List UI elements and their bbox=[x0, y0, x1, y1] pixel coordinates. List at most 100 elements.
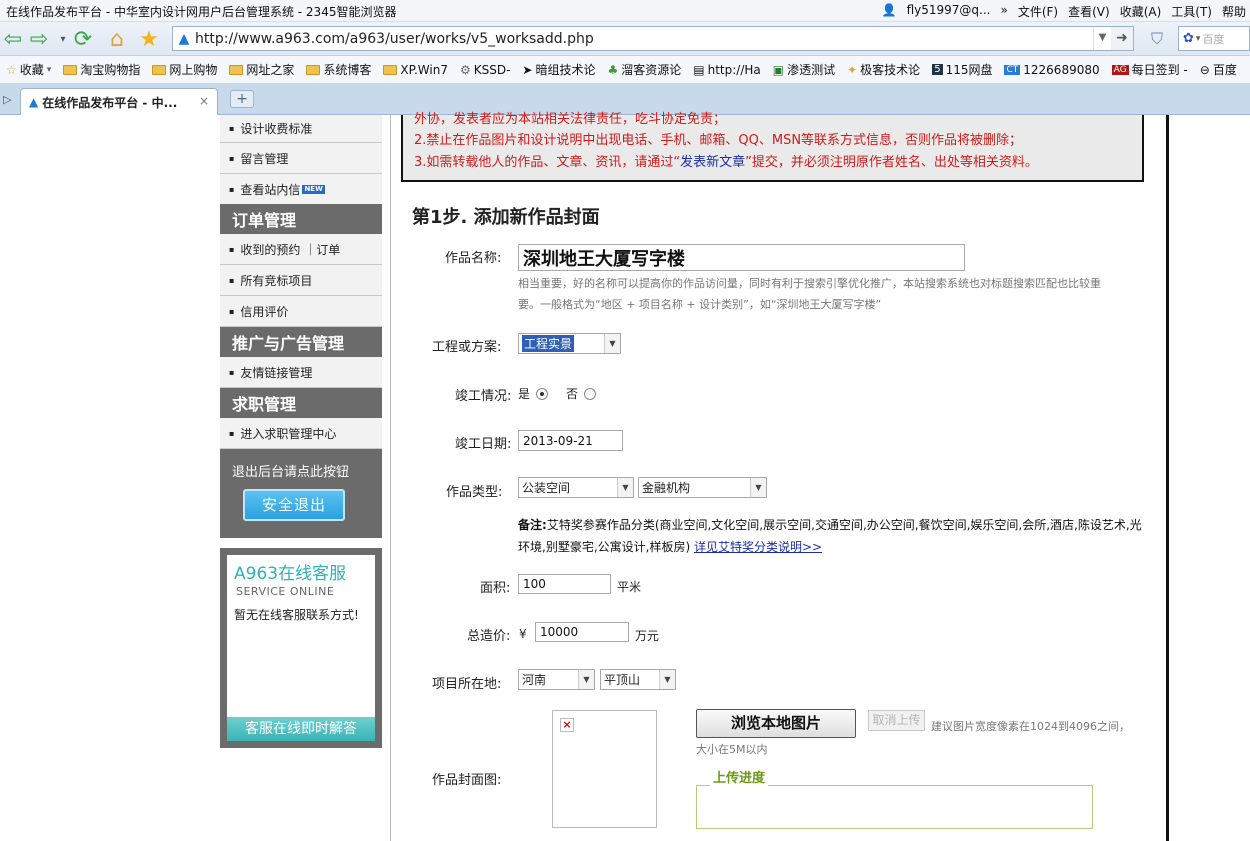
bullet-icon: ▪ bbox=[229, 124, 235, 133]
ag-icon: AG bbox=[1111, 64, 1129, 75]
bookmark-item[interactable]: XP.Win7 bbox=[377, 63, 454, 77]
new-article-link[interactable]: 发表新文章 bbox=[680, 155, 745, 170]
sidebar-item-links[interactable]: ▪ 友情链接管理 bbox=[220, 357, 382, 388]
bookmark-item[interactable]: ▤ http://Ha bbox=[687, 63, 766, 77]
bookmark-item[interactable]: ⊖ 百度 bbox=[1194, 61, 1243, 78]
completion-date-input[interactable]: 2013-09-21 bbox=[518, 430, 623, 451]
refresh-icon[interactable]: ⟳ bbox=[70, 26, 96, 52]
cancel-upload-button[interactable]: 取消上传 bbox=[868, 710, 925, 731]
star-icon: ✦ bbox=[847, 62, 858, 77]
new-tab-button[interactable]: + bbox=[230, 90, 254, 108]
area-input[interactable]: 100 bbox=[518, 574, 611, 594]
search-placeholder: 百度 bbox=[1202, 32, 1225, 46]
search-box[interactable]: ✿ ▾ 百度 bbox=[1178, 26, 1250, 51]
sidebar-section-jobs: 求职管理 bbox=[220, 388, 382, 418]
site-logo-icon: ▲ bbox=[29, 95, 39, 109]
address-dropdown-icon[interactable]: ▼ bbox=[1093, 27, 1111, 50]
logout-hint: 退出后台请点此按钮 bbox=[232, 465, 350, 480]
work-name-input[interactable]: 深圳地王大厦写字楼 bbox=[518, 244, 965, 271]
bookmark-item[interactable]: 网址之家 bbox=[223, 61, 300, 78]
sidebar-section-promotion: 推广与广告管理 bbox=[220, 327, 382, 357]
radio-yes[interactable] bbox=[536, 387, 549, 400]
bookmark-label: 系统博客 bbox=[323, 63, 372, 77]
menu-file[interactable]: 文件(F) bbox=[1018, 3, 1058, 20]
cover-preview: × bbox=[552, 710, 657, 828]
bullet-icon: ▪ bbox=[229, 275, 235, 285]
sidebar-item-label: 友情链接管理 bbox=[240, 365, 313, 380]
sidebar-item-bids[interactable]: ▪ 所有竞标项目 bbox=[220, 265, 382, 296]
sidebar-item-job-center[interactable]: ▪ 进入求职管理中心 bbox=[220, 418, 382, 449]
service-banner[interactable]: 客服在线即时解答 bbox=[227, 717, 375, 741]
logout-button[interactable]: 安全退出 bbox=[243, 489, 345, 521]
city-selected-value: 平顶山 bbox=[604, 673, 641, 687]
category-select[interactable]: 公装空间 ▼ bbox=[518, 477, 634, 498]
province-select[interactable]: 河南 ▼ bbox=[518, 669, 595, 690]
forward-icon[interactable]: ⇨ bbox=[26, 26, 52, 52]
address-url[interactable]: http://www.a963.com/a963/user/works/v5_w… bbox=[195, 31, 594, 47]
subcategory-selected-value: 金融机构 bbox=[642, 481, 691, 495]
content-divider bbox=[390, 115, 391, 841]
chevron-down-icon: ▼ bbox=[617, 478, 633, 497]
more-icon[interactable]: » bbox=[1001, 3, 1008, 20]
address-bar[interactable]: ▲ http://www.a963.com/a963/user/works/v5… bbox=[172, 26, 1134, 51]
remark-text: 艾特奖参赛作品分类(商业空间,文化空间,展示空间,交通空间,办公空间,餐饮空间,… bbox=[546, 518, 1142, 532]
bookmark-item[interactable]: CT 1226689080 bbox=[998, 63, 1105, 77]
completed-radio-group: 是 否 bbox=[518, 385, 597, 402]
bookmark-item[interactable]: AG 每日签到 - bbox=[1106, 61, 1194, 78]
menu-favorites[interactable]: 收藏(A) bbox=[1120, 3, 1162, 20]
sidebar-section-orders: 订单管理 bbox=[220, 204, 382, 234]
user-account[interactable]: fly51997@q... bbox=[907, 3, 991, 20]
menu-tools[interactable]: 工具(T) bbox=[1171, 3, 1212, 20]
bookmark-item[interactable]: ✦ 极客技术论 bbox=[841, 61, 926, 78]
upload-progress-label: 上传进度 bbox=[710, 767, 769, 786]
tab-scroll-icon[interactable]: ▷ bbox=[3, 93, 11, 106]
bullet-icon: ▪ bbox=[229, 244, 235, 254]
favorite-star-icon[interactable]: ★ bbox=[136, 26, 162, 52]
sidebar-item-credit[interactable]: ▪ 信用评价 bbox=[220, 296, 382, 327]
close-icon[interactable]: × bbox=[199, 94, 209, 108]
tab-active[interactable]: ▲ 在线作品发布平台 - 中... × bbox=[20, 88, 218, 115]
tree-icon: ♣ bbox=[607, 62, 619, 77]
bookmark-favorites[interactable]: ☆ 收藏 ▾ bbox=[0, 61, 57, 78]
site-logo-icon: ▲ bbox=[178, 30, 190, 47]
sidebar-item-inbox[interactable]: ▪ 查看站内信 NEW bbox=[220, 174, 382, 205]
go-arrow-icon[interactable]: ➜ bbox=[1111, 27, 1133, 50]
total-cost-input[interactable]: 10000 bbox=[535, 622, 629, 642]
award-category-link[interactable]: 详见艾特奖分类说明>> bbox=[694, 540, 822, 554]
bookmark-item[interactable]: 网上购物 bbox=[146, 61, 223, 78]
user-icon: 👤 bbox=[881, 3, 897, 17]
menu-view[interactable]: 查看(V) bbox=[1068, 3, 1110, 20]
sidebar-item-messages[interactable]: ▪ 留言管理 bbox=[220, 143, 382, 174]
tab-title: 在线作品发布平台 - 中... bbox=[42, 95, 178, 110]
home-icon[interactable]: ⌂ bbox=[104, 26, 130, 52]
bullet-icon: ▪ bbox=[229, 306, 235, 316]
menu-help[interactable]: 帮助 bbox=[1222, 3, 1246, 20]
bookmark-item[interactable]: ➤ 暗组技术论 bbox=[516, 61, 601, 78]
notice-box: 外协，发表者应为本站相关法律责任，吃斗协定免责； 2.禁止在作品图片和设计说明中… bbox=[401, 112, 1144, 182]
city-select[interactable]: 平顶山 ▼ bbox=[600, 669, 676, 690]
radio-no[interactable] bbox=[584, 387, 597, 400]
category-remark: 备注:艾特奖参赛作品分类(商业空间,文化空间,展示空间,交通空间,办公空间,餐饮… bbox=[518, 514, 1148, 558]
bookmark-item[interactable]: ▣ 渗透测试 bbox=[767, 61, 841, 78]
window-titlebar: 在线作品发布平台 - 中华室内设计网用户后台管理系统 - 2345智能浏览器 👤… bbox=[0, 0, 1250, 22]
bookmark-item[interactable]: ⚙ KSSD- bbox=[454, 63, 516, 77]
hint-line: 相当重要，好的名称可以提高你的作品访问量，同时有利于搜索引擎优化推广，本站搜索系… bbox=[518, 277, 1101, 290]
type-select[interactable]: 工程实景 ▼ bbox=[518, 333, 621, 354]
bookmark-item[interactable]: 5 115网盘 bbox=[926, 61, 998, 78]
shield-icon[interactable]: ⛉ bbox=[1144, 26, 1170, 52]
bookmark-item[interactable]: 淘宝购物指 bbox=[57, 61, 146, 78]
service-status: 暂无在线客服联系方式! bbox=[234, 608, 359, 622]
sidebar-item-reservations[interactable]: ▪ 收到的预约 ｜订单 bbox=[220, 234, 382, 265]
baidu-paw-icon: ✿ bbox=[1183, 31, 1194, 46]
bookmark-item[interactable]: ♣ 溜客资源论 bbox=[601, 61, 687, 78]
favorites-icon: ☆ bbox=[6, 62, 17, 77]
bookmark-item[interactable]: 系统博客 bbox=[300, 61, 377, 78]
search-engine-dropdown-icon[interactable]: ▾ bbox=[1196, 34, 1201, 44]
subcategory-select[interactable]: 金融机构 ▼ bbox=[638, 477, 767, 498]
back-icon[interactable]: ⇦ bbox=[0, 26, 26, 52]
browse-image-button[interactable]: 浏览本地图片 bbox=[696, 709, 856, 738]
bookmark-label: 极客技术论 bbox=[860, 63, 921, 77]
sidebar-item-fee-standard[interactable]: ▪ 设计收费标准 bbox=[220, 115, 382, 143]
upload-hint-2: 大小在5M以内 bbox=[696, 743, 768, 756]
navigation-bar: ⇦ ⇨ ▾ ⟳ ⌂ ★ ▲ http://www.a963.com/a963/u… bbox=[0, 22, 1250, 56]
